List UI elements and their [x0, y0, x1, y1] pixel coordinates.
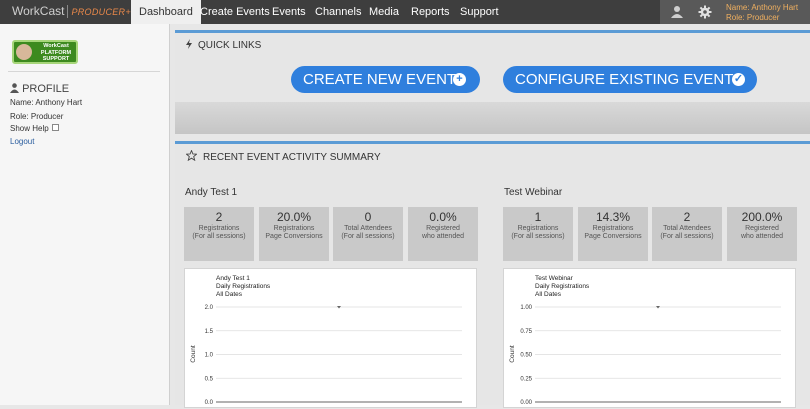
stat-value: 1 [534, 210, 542, 224]
y-tick-label: 0.00 [520, 400, 532, 406]
quick-links-panel: QUICK LINKS CREATE NEW EVENT + CONFIGURE… [175, 30, 810, 134]
recent-activity-label: RECENT EVENT ACTIVITY SUMMARY [203, 152, 381, 163]
nav-media[interactable]: Media [369, 0, 399, 24]
stat-total-attendees: 2 Total Attendees (For all sessions) [652, 207, 722, 261]
chart-title-line: Test Webinar [535, 275, 574, 282]
chart-title-line: All Dates [216, 291, 243, 298]
chart-svg: Andy Test 1Daily RegistrationsAll Dates 2… [190, 275, 462, 406]
user-info[interactable]: Name: Anthony Hart Role: Producer [726, 3, 798, 23]
chart-title-line: Andy Test 1 [216, 275, 250, 282]
lightning-icon [186, 39, 192, 49]
nav-channels[interactable]: Channels [315, 0, 361, 24]
logout-link[interactable]: Logout [10, 137, 34, 146]
plus-circle-icon: + [453, 73, 466, 86]
stat-label: Registered who attended [740, 225, 784, 240]
profile-heading-label: PROFILE [22, 83, 70, 95]
user-icon[interactable] [670, 5, 684, 19]
chart-title-line: Daily Registrations [216, 283, 271, 290]
stat-page-conversions: 14.3% Registrations Page Conversions [578, 207, 648, 261]
event-title[interactable]: Test Webinar [504, 187, 562, 198]
show-help-checkbox[interactable] [52, 124, 59, 131]
y-axis-label: Count [190, 345, 197, 363]
create-new-event-button[interactable]: CREATE NEW EVENT + [291, 66, 480, 93]
y-tick-label: 1.00 [520, 305, 532, 311]
stat-value: 14.3% [595, 210, 631, 224]
configure-existing-event-label: CONFIGURE EXISTING EVENT [515, 71, 734, 88]
nav-events[interactable]: Events [272, 0, 306, 24]
star-icon [185, 149, 198, 162]
stat-value: 200.0% [741, 210, 783, 224]
create-new-event-label: CREATE NEW EVENT [303, 71, 457, 88]
chart-title-line: All Dates [535, 291, 562, 298]
chart-title-line: Daily Registrations [535, 283, 590, 290]
daily-registrations-chart: Test Webinar Daily Registrations All Dates… [503, 268, 796, 408]
stat-total-attendees: 0 Total Attendees (For all sessions) [333, 207, 403, 261]
platform-support-badge[interactable]: WorkCast PLATFORM SUPPORT [12, 40, 78, 64]
user-name: Name: Anthony Hart [726, 3, 799, 12]
stat-value: 20.0% [276, 210, 312, 224]
nav-support[interactable]: Support [460, 0, 499, 24]
configure-existing-event-button[interactable]: CONFIGURE EXISTING EVENT ✓ [503, 66, 757, 93]
y-tick-label: 0.25 [520, 376, 532, 382]
workcast-logo[interactable]: WorkCast PRODUCER+ [12, 4, 131, 19]
stat-label: Registrations Page Conversions [584, 225, 642, 240]
stat-label: Total Attendees (For all sessions) [660, 225, 714, 240]
gear-icon[interactable] [698, 5, 712, 19]
recent-activity-heading: RECENT EVENT ACTIVITY SUMMARY [185, 149, 381, 163]
y-tick-label: 1.5 [205, 329, 214, 335]
quick-links-label: QUICK LINKS [198, 40, 262, 51]
badge-line: SUPPORT [42, 56, 70, 62]
y-tick-label: 1.0 [205, 353, 214, 359]
stat-label: Registered who attended [421, 225, 465, 240]
user-role: Role: Producer [726, 13, 780, 22]
profile-role: Role: Producer [10, 112, 64, 121]
y-tick-label: 0.5 [205, 376, 214, 382]
stat-registered-attended: 0.0% Registered who attended [408, 207, 478, 261]
stat-registered-attended: 200.0% Registered who attended [727, 207, 797, 261]
product-name: PRODUCER+ [71, 7, 131, 17]
profile-heading: PROFILE [10, 83, 69, 95]
y-tick-label: 0.50 [520, 353, 532, 359]
recent-activity-panel: RECENT EVENT ACTIVITY SUMMARY Andy Test … [175, 141, 810, 408]
event-title[interactable]: Andy Test 1 [185, 187, 237, 198]
chart-svg: Test WebinarDaily RegistrationsAll Dates… [509, 275, 781, 406]
person-icon [10, 83, 19, 93]
stat-value: 0 [364, 210, 372, 224]
stat-registrations: 1 Registrations (For all sessions) [503, 207, 573, 261]
sidebar: WorkCast PLATFORM SUPPORT PROFILE Name: … [0, 24, 170, 405]
stat-label: Total Attendees (For all sessions) [341, 225, 395, 240]
y-tick-label: 0.0 [205, 400, 214, 406]
y-tick-label: 2.0 [205, 305, 214, 311]
show-help-label: Show Help [10, 124, 49, 133]
nav-reports[interactable]: Reports [411, 0, 450, 24]
stat-registrations: 2 Registrations (For all sessions) [184, 207, 254, 261]
stat-value: 0.0% [429, 210, 457, 224]
stat-label: Registrations (For all sessions) [192, 225, 246, 240]
y-axis-label: Count [509, 345, 516, 363]
quick-links-footer [175, 102, 810, 134]
badge-text: WorkCast PLATFORM SUPPORT [34, 43, 78, 63]
sidebar-divider [8, 71, 160, 72]
daily-registrations-chart: Andy Test 1 Daily Registrations All Dates 2… [184, 268, 477, 408]
stat-label: Registrations Page Conversions [265, 225, 323, 240]
brand-name: WorkCast [12, 4, 65, 18]
quick-links-heading: QUICK LINKS [186, 39, 261, 51]
support-agent-icon [16, 44, 32, 60]
nav-create-events[interactable]: Create Events [200, 0, 270, 24]
logo-divider [67, 5, 69, 19]
stat-value: 2 [683, 210, 691, 224]
stat-page-conversions: 20.0% Registrations Page Conversions [259, 207, 329, 261]
stat-value: 2 [215, 210, 223, 224]
stat-label: Registrations (For all sessions) [511, 225, 565, 240]
nav-dashboard[interactable]: Dashboard [131, 0, 201, 24]
profile-name: Name: Anthony Hart [10, 98, 83, 107]
check-circle-icon: ✓ [732, 73, 745, 86]
y-tick-label: 0.75 [520, 329, 532, 335]
